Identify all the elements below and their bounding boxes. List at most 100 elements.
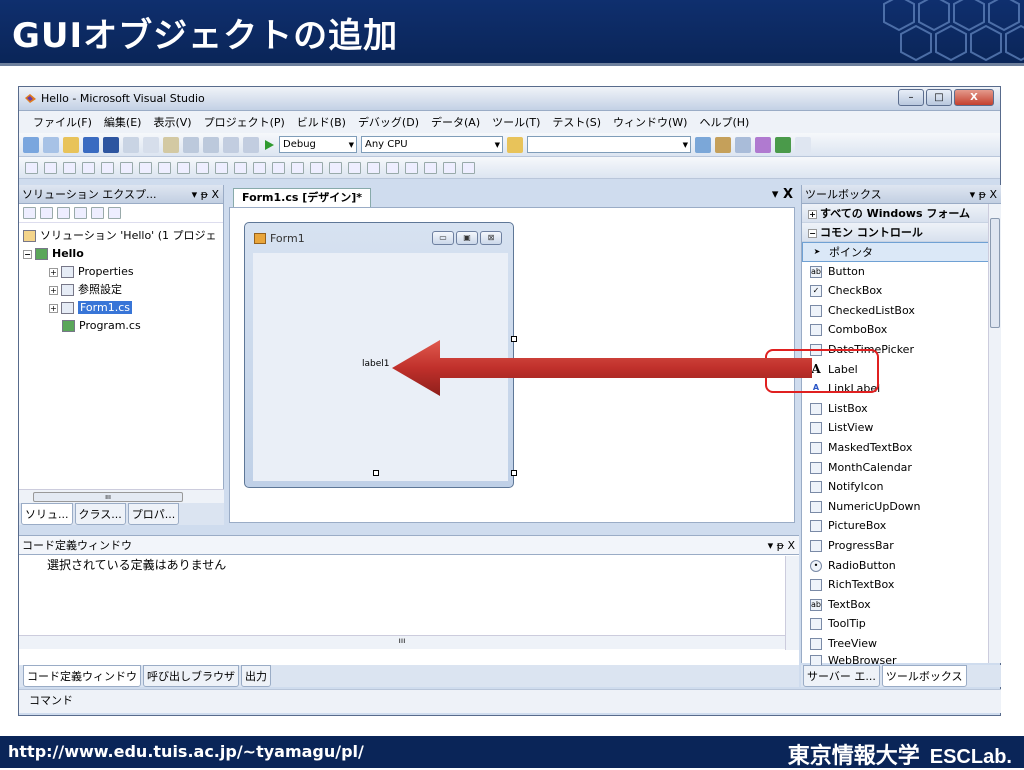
start-debug-icon[interactable] (263, 138, 275, 152)
category-common-controls[interactable]: − コモン コントロール (802, 223, 1001, 242)
code-definition-vertical-scrollbar[interactable] (785, 556, 799, 650)
align-bottoms-icon[interactable] (139, 161, 152, 174)
toolbox-item-button[interactable]: ab Button (802, 262, 1001, 282)
undo-icon[interactable] (183, 136, 199, 153)
redo-icon[interactable] (203, 136, 219, 153)
make-same-height-icon[interactable] (177, 161, 190, 174)
copy-icon[interactable] (143, 136, 159, 153)
align-to-grid-icon[interactable] (25, 161, 38, 174)
tab-order-icon[interactable] (462, 161, 475, 174)
tree-solution[interactable]: ソリューション 'Hello' (1 プロジェ (23, 227, 223, 245)
tree-properties[interactable]: + Properties (23, 263, 223, 281)
align-middles-icon[interactable] (120, 161, 133, 174)
tree-references[interactable]: + 参照設定 (23, 281, 223, 299)
toolbox-item-monthcalendar[interactable]: MonthCalendar (802, 458, 1001, 478)
code-definition-horizontal-scrollbar[interactable]: ııı (19, 635, 785, 649)
find-select[interactable] (527, 136, 691, 153)
label1-control[interactable]: label1 (362, 359, 390, 369)
toolbox-item-radiobutton[interactable]: • RadioButton (802, 556, 1001, 576)
menu-help[interactable]: ヘルプ(H) (699, 114, 749, 130)
resize-handle-corner[interactable] (511, 470, 517, 476)
designer-close-button[interactable]: ▾ X (772, 187, 793, 202)
scroll-thumb[interactable] (990, 218, 1000, 328)
tree-form1[interactable]: + Form1.cs (23, 299, 223, 317)
close-button[interactable]: X (954, 89, 994, 106)
tab-toolbox[interactable]: ツールボックス (881, 665, 967, 687)
new-project-icon[interactable] (23, 136, 39, 153)
toolbox-item-treeview[interactable]: TreeView (802, 634, 1001, 654)
align-tops-icon[interactable] (101, 161, 114, 174)
solution-horizontal-scrollbar[interactable]: ııı (19, 489, 224, 503)
maximize-button[interactable]: □ (926, 89, 952, 106)
align-lefts-icon[interactable] (44, 161, 57, 174)
menu-test[interactable]: テスト(S) (552, 114, 601, 130)
toolbox-item-listview[interactable]: ListView (802, 418, 1001, 438)
remove-horizontal-spacing-icon[interactable] (291, 161, 304, 174)
center-horizontally-icon[interactable] (386, 161, 399, 174)
navigate-back-icon[interactable] (223, 136, 239, 153)
tab-form1-design[interactable]: Form1.cs [デザイン]* (233, 188, 372, 207)
toolbox-item-progressbar[interactable]: ProgressBar (802, 536, 1001, 556)
decrease-horizontal-spacing-icon[interactable] (272, 161, 285, 174)
menu-file[interactable]: ファイル(F) (33, 114, 92, 130)
size-to-grid-icon[interactable] (215, 161, 228, 174)
tree-project[interactable]: − Hello (23, 245, 223, 263)
make-same-size-icon[interactable] (196, 161, 209, 174)
cut-icon[interactable] (123, 136, 139, 153)
menu-project[interactable]: プロジェクト(P) (204, 114, 285, 130)
horizontal-spacing-icon[interactable] (234, 161, 247, 174)
tab-class-view[interactable]: クラス... (74, 503, 126, 525)
toolbox-item-picturebox[interactable]: PictureBox (802, 516, 1001, 536)
toolbox-item-tooltip[interactable]: ToolTip (802, 614, 1001, 634)
toolbox-item-checkedlistbox[interactable]: CheckedListBox (802, 301, 1001, 321)
tab-property-manager[interactable]: プロパ... (127, 503, 180, 525)
tab-code-definition[interactable]: コード定義ウィンドウ (23, 665, 141, 687)
find-in-files-icon[interactable] (507, 136, 523, 153)
show-all-files-icon[interactable] (40, 207, 53, 219)
toolbox-item-webbrowser[interactable]: WebBrowser (802, 653, 1001, 666)
collapse-icon[interactable]: − (808, 228, 817, 238)
remove-vertical-spacing-icon[interactable] (367, 161, 380, 174)
make-same-width-icon[interactable] (158, 161, 171, 174)
solution-explorer-icon[interactable] (695, 136, 711, 153)
open-file-icon[interactable] (63, 136, 79, 153)
solution-explorer-controls[interactable]: ▾ ᵽ X (192, 185, 219, 204)
increase-vertical-spacing-icon[interactable] (329, 161, 342, 174)
code-definition-controls[interactable]: ▾ ᵽ X (768, 536, 795, 555)
align-centers-icon[interactable] (63, 161, 76, 174)
class-diagram-icon[interactable] (108, 207, 121, 219)
menu-data[interactable]: データ(A) (431, 114, 480, 130)
resize-handle-bottom[interactable] (373, 470, 379, 476)
save-all-icon[interactable] (103, 136, 119, 153)
solution-config-select[interactable]: Debug (279, 136, 357, 153)
paste-icon[interactable] (163, 136, 179, 153)
toolbox-icon[interactable] (755, 136, 771, 153)
menu-tools[interactable]: ツール(T) (492, 114, 540, 130)
menu-view[interactable]: 表示(V) (153, 114, 191, 130)
expand-icon[interactable]: + (49, 267, 58, 277)
save-icon[interactable] (83, 136, 99, 153)
category-all-windows-forms[interactable]: + すべての Windows フォーム (802, 204, 1001, 223)
footer-url[interactable]: http://www.edu.tuis.ac.jp/~tyamagu/pl/ (8, 742, 364, 761)
collapse-icon[interactable]: − (23, 249, 32, 259)
toolbox-item-textbox[interactable]: ab TextBox (802, 595, 1001, 615)
toolbox-item-notifyicon[interactable]: NotifyIcon (802, 477, 1001, 497)
start-page-icon[interactable] (775, 136, 791, 153)
tab-solution-explorer[interactable]: ソリュ... (21, 503, 73, 525)
command-bar[interactable]: コマンド (19, 689, 1001, 713)
toolbox-item-checkbox[interactable]: ✓ CheckBox (802, 281, 1001, 301)
toolbox-item-listbox[interactable]: ListBox (802, 399, 1001, 419)
menu-edit[interactable]: 編集(E) (104, 114, 142, 130)
add-item-icon[interactable] (43, 136, 59, 153)
expand-icon[interactable]: + (49, 303, 58, 313)
toolbox-item-pointer[interactable]: ➤ ポインタ (802, 242, 1001, 262)
navigate-forward-icon[interactable] (243, 136, 259, 153)
vertical-spacing-icon[interactable] (310, 161, 323, 174)
expand-icon[interactable]: + (49, 285, 58, 295)
decrease-vertical-spacing-icon[interactable] (348, 161, 361, 174)
tab-call-browser[interactable]: 呼び出しブラウザ (143, 665, 239, 687)
center-vertically-icon[interactable] (405, 161, 418, 174)
menu-window[interactable]: ウィンドウ(W) (613, 114, 687, 130)
align-rights-icon[interactable] (82, 161, 95, 174)
other-windows-icon[interactable] (795, 136, 811, 153)
